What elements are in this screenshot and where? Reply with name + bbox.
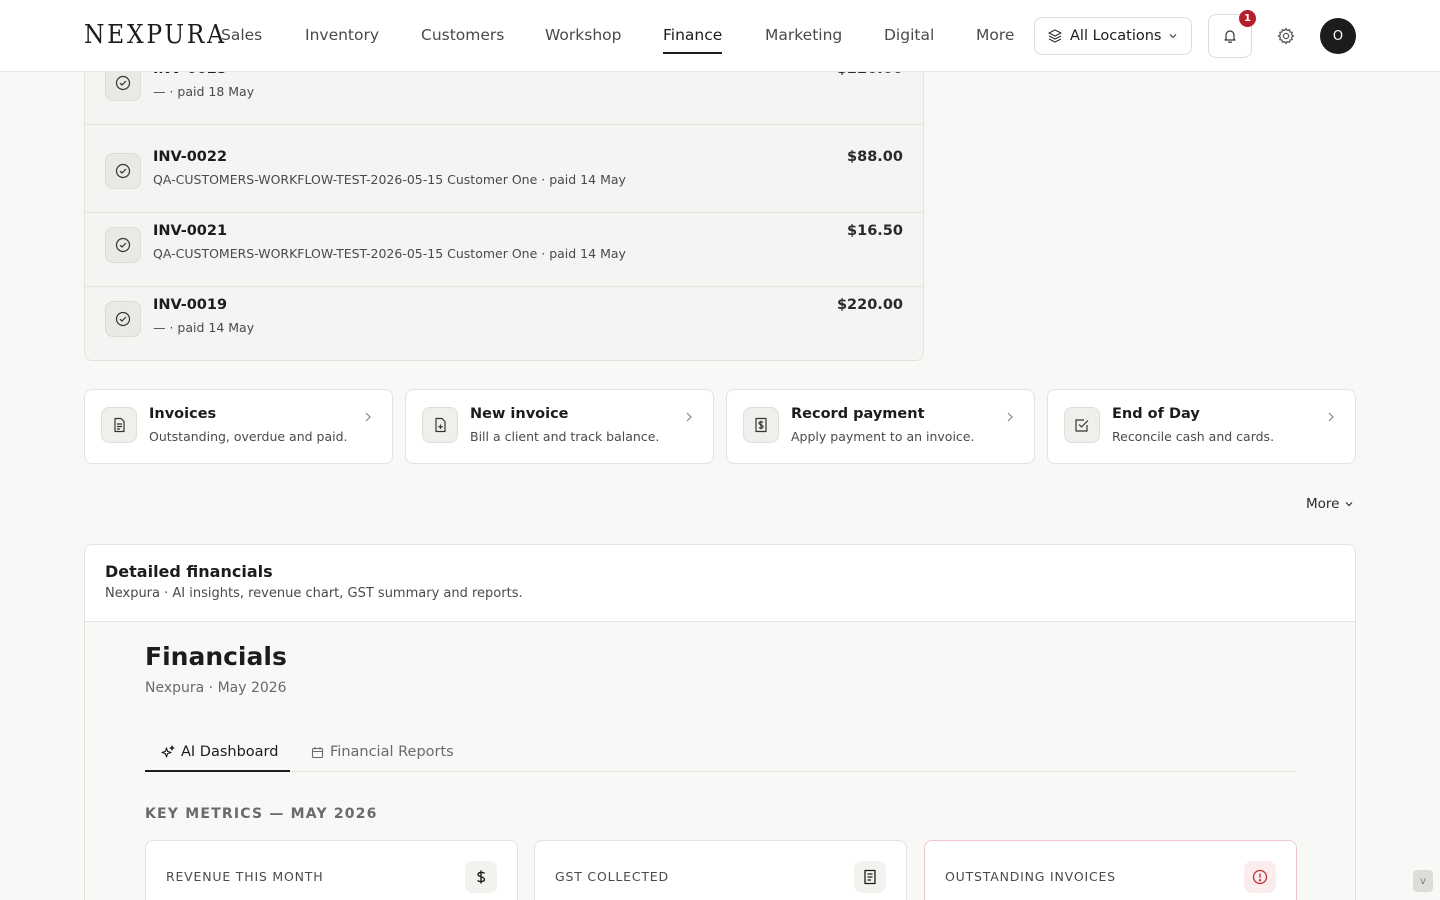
chevron-down-icon xyxy=(1169,34,1177,39)
alert-circle-icon xyxy=(1244,861,1276,893)
chevron-down-icon xyxy=(1346,502,1353,507)
nav-finance[interactable]: Finance xyxy=(663,26,723,54)
nav-digital[interactable]: Digital xyxy=(884,26,934,44)
gear-icon[interactable] xyxy=(1276,26,1296,46)
calendar-icon xyxy=(311,746,324,758)
metric-card-outstanding: OUTSTANDING INVOICES xyxy=(924,840,1297,900)
metric-card-revenue: REVENUE THIS MONTH xyxy=(145,840,518,900)
detailed-financials-card: Detailed financials Nexpura · AI insight… xyxy=(84,544,1356,900)
action-subtitle: Apply payment to an invoice. xyxy=(791,429,975,444)
chevron-right-icon xyxy=(365,412,371,422)
metric-label: REVENUE THIS MONTH xyxy=(166,869,324,884)
invoice-amount: $88.00 xyxy=(847,149,903,165)
notification-count-badge: 1 xyxy=(1239,10,1256,27)
more-actions-toggle[interactable]: More xyxy=(1306,496,1354,512)
paid-invoices-list: INV-0025 — · paid 18 May $220.00 INV-002… xyxy=(84,50,924,361)
chevron-right-icon xyxy=(1007,412,1013,422)
page-title: Financials xyxy=(145,642,287,671)
metric-card-gst: GST COLLECTED xyxy=(534,840,907,900)
file-plus-icon xyxy=(422,407,458,443)
metric-label: GST COLLECTED xyxy=(555,869,669,884)
invoice-detail: — · paid 14 May xyxy=(153,320,255,335)
nav-workshop[interactable]: Workshop xyxy=(545,26,621,44)
tab-label: Financial Reports xyxy=(330,744,454,760)
location-selector-label: All Locations xyxy=(1070,28,1162,44)
detailed-financials-subtitle: Nexpura · AI insights, revenue chart, GS… xyxy=(105,586,523,601)
layers-icon xyxy=(1048,29,1062,43)
financials-panel: Financials Nexpura · May 2026 AI Dashboa… xyxy=(85,622,1355,900)
invoice-detail: QA-CUSTOMERS-WORKFLOW-TEST-2026-05-15 Cu… xyxy=(153,172,626,187)
invoice-row[interactable]: INV-0022 QA-CUSTOMERS-WORKFLOW-TEST-2026… xyxy=(85,139,923,213)
location-selector[interactable]: All Locations xyxy=(1034,17,1192,55)
financials-tabs: AI Dashboard Financial Reports xyxy=(145,732,1297,772)
invoice-amount: $220.00 xyxy=(836,297,903,313)
checkbox-icon xyxy=(1064,407,1100,443)
nav-customers[interactable]: Customers xyxy=(421,26,504,44)
key-metrics-heading: KEY METRICS — MAY 2026 xyxy=(145,806,378,822)
bell-icon xyxy=(1224,30,1236,43)
invoice-detail: QA-CUSTOMERS-WORKFLOW-TEST-2026-05-15 Cu… xyxy=(153,246,626,261)
action-subtitle: Bill a client and track balance. xyxy=(470,429,660,444)
dollar-icon xyxy=(465,861,497,893)
invoice-amount: $16.50 xyxy=(847,223,903,239)
tab-label: AI Dashboard xyxy=(181,744,279,760)
action-title: New invoice xyxy=(470,406,569,422)
invoice-row[interactable]: INV-0021 QA-CUSTOMERS-WORKFLOW-TEST-2026… xyxy=(85,213,923,287)
chevron-right-icon xyxy=(686,412,692,422)
scroll-down-indicator[interactable]: v xyxy=(1413,870,1433,892)
detailed-financials-header: Detailed financials Nexpura · AI insight… xyxy=(85,545,1355,622)
tab-ai-dashboard[interactable]: AI Dashboard xyxy=(145,738,290,772)
more-actions-label: More xyxy=(1306,496,1340,512)
nav-inventory[interactable]: Inventory xyxy=(305,26,379,44)
receipt-dollar-icon xyxy=(743,407,779,443)
action-title: Invoices xyxy=(149,406,217,422)
page-subtitle: Nexpura · May 2026 xyxy=(145,680,287,696)
new-invoice-action-card[interactable]: New invoice Bill a client and track bala… xyxy=(405,389,714,464)
action-subtitle: Outstanding, overdue and paid. xyxy=(149,429,348,444)
check-circle-icon xyxy=(105,301,141,337)
action-title: End of Day xyxy=(1112,406,1200,422)
tab-financial-reports[interactable]: Financial Reports xyxy=(311,738,454,766)
nav-marketing[interactable]: Marketing xyxy=(765,26,842,44)
invoices-action-card[interactable]: Invoices Outstanding, overdue and paid. xyxy=(84,389,393,464)
invoice-number: INV-0019 xyxy=(153,297,228,313)
invoice-number: INV-0021 xyxy=(153,223,228,239)
invoice-row[interactable]: INV-0019 — · paid 14 May $220.00 xyxy=(85,287,923,361)
end-of-day-action-card[interactable]: End of Day Reconcile cash and cards. xyxy=(1047,389,1356,464)
brand-logo[interactable]: NEXPURA xyxy=(84,20,227,50)
sparkles-icon xyxy=(161,745,175,758)
nav-more[interactable]: More xyxy=(976,26,1014,44)
top-navigation: NEXPURA Sales Inventory Customers Worksh… xyxy=(0,0,1440,72)
invoice-number: INV-0022 xyxy=(153,149,228,165)
document-icon xyxy=(101,407,137,443)
action-subtitle: Reconcile cash and cards. xyxy=(1112,429,1275,444)
nav-sales[interactable]: Sales xyxy=(221,26,262,44)
user-avatar[interactable]: O xyxy=(1320,18,1356,54)
detailed-financials-title: Detailed financials xyxy=(105,562,273,581)
record-payment-action-card[interactable]: Record payment Apply payment to an invoi… xyxy=(726,389,1035,464)
metric-label: OUTSTANDING INVOICES xyxy=(945,869,1116,884)
invoice-detail: — · paid 18 May xyxy=(153,84,255,99)
receipt-icon xyxy=(854,861,886,893)
check-circle-icon xyxy=(105,153,141,189)
check-circle-icon xyxy=(105,227,141,263)
chevron-right-icon xyxy=(1328,412,1334,422)
action-title: Record payment xyxy=(791,406,925,422)
